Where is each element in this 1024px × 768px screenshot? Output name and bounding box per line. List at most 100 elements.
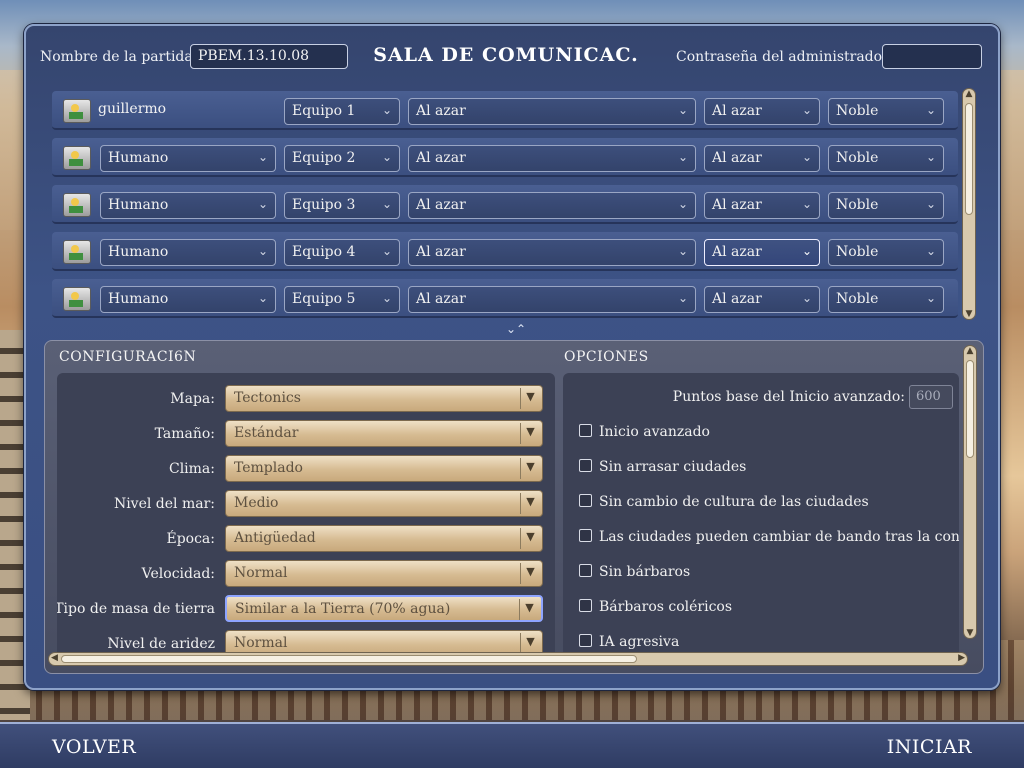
leader-value: Al azar (712, 103, 762, 119)
scroll-right-icon[interactable]: ▶ (958, 653, 965, 663)
chevron-down-icon: ▼ (520, 458, 540, 479)
chevron-down-icon: ⌄ (801, 103, 812, 117)
player-type-dropdown[interactable]: Humano ⌄ (100, 239, 276, 266)
difficulty-dropdown[interactable]: Noble ⌄ (828, 192, 944, 219)
civilization-dropdown[interactable]: Al azar ⌄ (408, 145, 696, 172)
back-button[interactable]: VOLVER (52, 736, 136, 758)
scroll-left-icon[interactable]: ◀ (51, 653, 58, 663)
player-row: Humano ⌄ Equipo 4 ⌄ Al azar ⌄ Al azar ⌄ Nobl… (52, 232, 958, 271)
civilization-dropdown[interactable]: Al azar ⌄ (408, 98, 696, 125)
map-value: Tectonics (234, 390, 301, 406)
option-checkbox-row[interactable]: Sin bárbaros (579, 564, 690, 586)
chevron-down-icon: ⌄ (381, 197, 392, 211)
era-dropdown[interactable]: Antigüedad ▼ (225, 525, 543, 552)
team-dropdown[interactable]: Equipo 2 ⌄ (284, 145, 400, 172)
player-avatar-icon[interactable] (63, 287, 91, 311)
checkbox[interactable] (579, 494, 592, 507)
difficulty-dropdown[interactable]: Noble ⌄ (828, 98, 944, 125)
difficulty-value: Noble (836, 150, 879, 166)
difficulty-dropdown[interactable]: Noble ⌄ (828, 286, 944, 313)
option-checkbox-row[interactable]: Sin cambio de cultura de las ciudades (579, 494, 869, 516)
player-type-dropdown[interactable]: Humano ⌄ (100, 145, 276, 172)
difficulty-dropdown[interactable]: Noble ⌄ (828, 239, 944, 266)
climate-dropdown[interactable]: Templado ▼ (225, 455, 543, 482)
config-horizontal-scrollbar[interactable]: ◀ ▶ (48, 652, 968, 666)
difficulty-value: Noble (836, 291, 879, 307)
lobby-header: Nombre de la partida PBEM.13.10.08 SALA … (26, 26, 998, 86)
player-type-dropdown[interactable]: Humano ⌄ (100, 192, 276, 219)
option-checkbox-row[interactable]: Sin arrasar ciudades (579, 459, 746, 481)
player-row: Humano ⌄ Equipo 3 ⌄ Al azar ⌄ Al azar ⌄ Nobl… (52, 185, 958, 224)
player-avatar-icon[interactable] (63, 193, 91, 217)
player-type-dropdown[interactable]: Humano ⌄ (100, 286, 276, 313)
team-dropdown[interactable]: Equipo 4 ⌄ (284, 239, 400, 266)
option-checkbox-row[interactable]: Inicio avanzado (579, 424, 710, 446)
team-value: Equipo 2 (292, 150, 356, 166)
players-scrollbar[interactable]: ▲ ▼ (962, 88, 976, 320)
sea-level-dropdown[interactable]: Medio ▼ (225, 490, 543, 517)
leader-dropdown[interactable]: Al azar ⌄ (704, 145, 820, 172)
scroll-up-icon[interactable]: ▲ (963, 89, 975, 99)
leader-dropdown[interactable]: Al azar ⌄ (704, 98, 820, 125)
config-panel: Mapa: Tectonics ▼ Tamaño: Estándar ▼ Clima… (57, 373, 555, 659)
checkbox[interactable] (579, 634, 592, 647)
start-button[interactable]: INICIAR (887, 736, 972, 758)
team-dropdown[interactable]: Equipo 5 ⌄ (284, 286, 400, 313)
civilization-value: Al azar (416, 103, 466, 119)
chevron-down-icon: ⌄ (925, 103, 936, 117)
collapse-chevron-icon[interactable]: ⌄⌃ (506, 322, 526, 336)
map-dropdown[interactable]: Tectonics ▼ (225, 385, 543, 412)
player-row: Humano ⌄ Equipo 2 ⌄ Al azar ⌄ Al azar ⌄ Nobl… (52, 138, 958, 177)
config-row-map: Mapa: Tectonics ▼ (57, 385, 555, 413)
team-dropdown[interactable]: Equipo 1 ⌄ (284, 98, 400, 125)
player-avatar-icon[interactable] (63, 99, 91, 123)
scroll-up-icon[interactable]: ▲ (964, 346, 976, 356)
player-avatar-icon[interactable] (63, 146, 91, 170)
checkbox[interactable] (579, 529, 592, 542)
difficulty-value: Noble (836, 103, 879, 119)
admin-password-label: Contraseña del administrador: (676, 49, 894, 65)
horizontal-scrollbar-thumb[interactable] (61, 655, 637, 663)
player-avatar-icon[interactable] (63, 240, 91, 264)
civilization-dropdown[interactable]: Al azar ⌄ (408, 286, 696, 313)
config-label: Nivel de aridez (107, 636, 215, 652)
scroll-down-icon[interactable]: ▼ (963, 309, 975, 319)
chevron-down-icon: ⌄ (925, 150, 936, 164)
chevron-down-icon: ▼ (520, 633, 540, 654)
landmass-dropdown[interactable]: Similar a la Tierra (70% agua) ▼ (225, 595, 543, 622)
chevron-down-icon: ⌄ (925, 197, 936, 211)
advanced-start-points-input[interactable]: 600 (909, 385, 953, 409)
game-name-label: Nombre de la partida (40, 49, 193, 65)
leader-value: Al azar (712, 291, 762, 307)
options-scrollbar[interactable]: ▲ ▼ (963, 345, 977, 639)
options-scrollbar-thumb[interactable] (966, 360, 974, 458)
chevron-down-icon: ⌄ (677, 103, 688, 117)
admin-password-input[interactable] (882, 44, 982, 69)
leader-dropdown[interactable]: Al azar ⌄ (704, 239, 820, 266)
chevron-down-icon: ⌄ (381, 150, 392, 164)
checkbox[interactable] (579, 424, 592, 437)
option-checkbox-row[interactable]: Bárbaros coléricos (579, 599, 732, 621)
civilization-dropdown[interactable]: Al azar ⌄ (408, 192, 696, 219)
size-dropdown[interactable]: Estándar ▼ (225, 420, 543, 447)
leader-value: Al azar (712, 197, 762, 213)
chevron-down-icon: ▼ (520, 563, 540, 584)
leader-value: Al azar (712, 244, 762, 260)
checkbox[interactable] (579, 459, 592, 472)
civilization-dropdown[interactable]: Al azar ⌄ (408, 239, 696, 266)
chevron-down-icon: ⌄ (677, 197, 688, 211)
leader-dropdown[interactable]: Al azar ⌄ (704, 192, 820, 219)
chevron-down-icon: ⌄ (801, 150, 812, 164)
checkbox[interactable] (579, 599, 592, 612)
leader-dropdown[interactable]: Al azar ⌄ (704, 286, 820, 313)
speed-dropdown[interactable]: Normal ▼ (225, 560, 543, 587)
team-dropdown[interactable]: Equipo 3 ⌄ (284, 192, 400, 219)
players-scrollbar-thumb[interactable] (965, 103, 973, 215)
scroll-down-icon[interactable]: ▼ (964, 628, 976, 638)
chevron-down-icon: ⌄ (257, 197, 268, 211)
checkbox[interactable] (579, 564, 592, 577)
size-value: Estándar (234, 425, 299, 441)
difficulty-dropdown[interactable]: Noble ⌄ (828, 145, 944, 172)
option-checkbox-row[interactable]: Las ciudades pueden cambiar de bando tra… (579, 529, 959, 551)
game-name-input[interactable]: PBEM.13.10.08 (190, 44, 348, 69)
